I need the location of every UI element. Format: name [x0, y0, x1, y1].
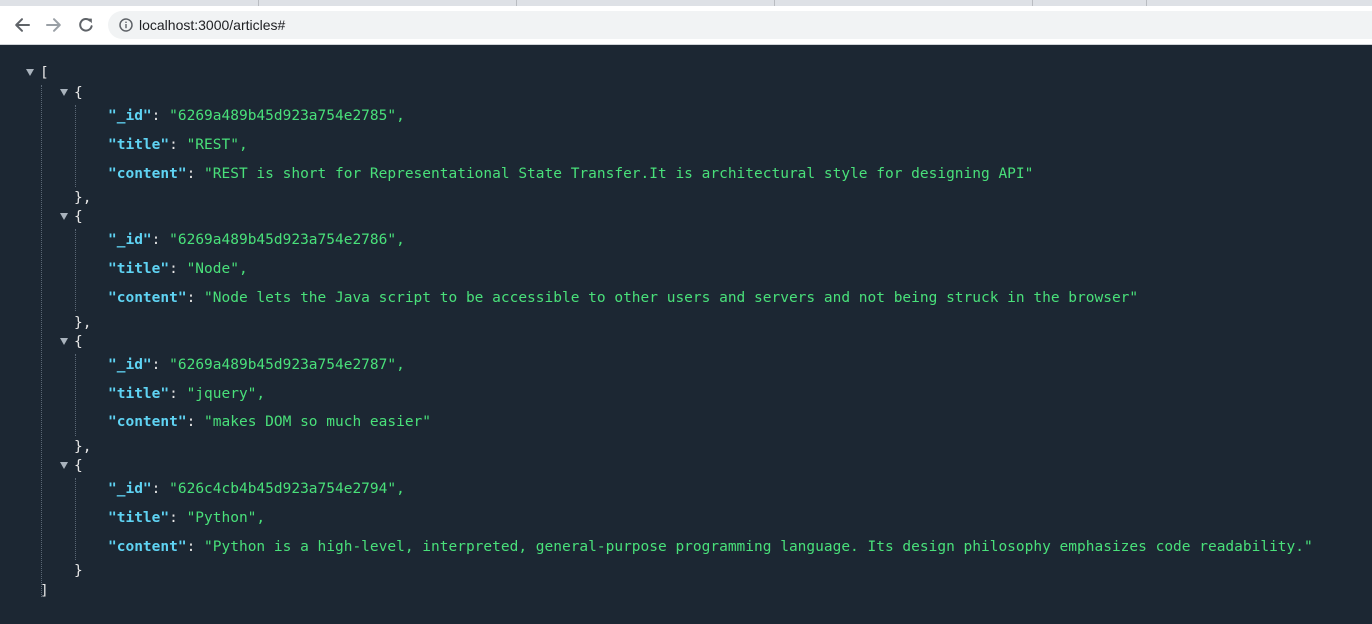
object-close-brace: }, — [74, 439, 92, 455]
object-close-brace: } — [74, 563, 83, 579]
json-key: "content" — [108, 290, 187, 306]
json-key: "_id" — [108, 232, 152, 248]
json-field-content: "content": "Node lets the Java script to… — [108, 290, 1139, 306]
json-key: "content" — [108, 414, 187, 430]
json-string-value: "Python", — [186, 510, 266, 526]
object-open-brace: { — [74, 458, 83, 474]
json-string-value: "REST is short for Representational Stat… — [204, 166, 1034, 182]
json-viewer: [ { "_id": "6269a489b45d923a754e2785", "… — [0, 45, 1372, 624]
json-field-title: "title": "jquery", — [108, 386, 266, 402]
array-close-bracket: ] — [40, 583, 49, 599]
reload-button[interactable] — [72, 11, 100, 39]
json-key: "content" — [108, 166, 187, 182]
json-key: "_id" — [108, 357, 152, 373]
object-open-brace: { — [74, 334, 83, 350]
object-open-brace: { — [74, 209, 83, 225]
indent-guide — [75, 229, 76, 311]
json-field-id: "_id": "6269a489b45d923a754e2785", — [108, 108, 405, 124]
json-field-content: "content": "REST is short for Representa… — [108, 166, 1034, 182]
json-field-id: "_id": "6269a489b45d923a754e2787", — [108, 357, 405, 373]
browser-toolbar: localhost:3000/articles# — [0, 6, 1372, 45]
json-key: "_id" — [108, 108, 152, 124]
json-field-title: "title": "Python", — [108, 510, 266, 526]
json-string-value: "REST", — [186, 137, 248, 153]
collapse-object-toggle-icon[interactable] — [60, 462, 68, 469]
json-field-id: "_id": "6269a489b45d923a754e2786", — [108, 232, 405, 248]
json-key: "title" — [108, 137, 170, 153]
json-string-value: "Node lets the Java script to be accessi… — [204, 290, 1139, 306]
object-open-brace: { — [74, 85, 83, 101]
indent-guide — [75, 354, 76, 436]
json-string-value: "jquery", — [186, 386, 266, 402]
collapse-object-toggle-icon[interactable] — [60, 89, 68, 96]
json-key: "title" — [108, 386, 170, 402]
json-string-value: "Node", — [186, 261, 248, 277]
json-field-content: "content": "makes DOM so much easier" — [108, 414, 432, 430]
object-close-brace: }, — [74, 315, 92, 331]
reload-icon — [79, 18, 93, 32]
json-key: "title" — [108, 261, 170, 277]
json-string-value: "Python is a high-level, interpreted, ge… — [204, 539, 1313, 555]
indent-guide — [75, 105, 76, 187]
url-text[interactable]: localhost:3000/articles# — [139, 17, 285, 33]
forward-button[interactable] — [40, 11, 68, 39]
collapse-object-toggle-icon[interactable] — [60, 213, 68, 220]
json-field-title: "title": "REST", — [108, 137, 248, 153]
json-field-content: "content": "Python is a high-level, inte… — [108, 539, 1313, 555]
json-string-value: "6269a489b45d923a754e2786", — [169, 232, 405, 248]
json-string-value: "626c4cb4b45d923a754e2794", — [169, 481, 405, 497]
json-string-value: "6269a489b45d923a754e2787", — [169, 357, 405, 373]
arrow-right-icon — [46, 18, 61, 32]
indent-guide — [41, 85, 42, 597]
json-key: "title" — [108, 510, 170, 526]
json-field-id: "_id": "626c4cb4b45d923a754e2794", — [108, 481, 405, 497]
json-key: "content" — [108, 539, 187, 555]
indent-guide — [75, 478, 76, 560]
back-button[interactable] — [8, 11, 36, 39]
collapse-array-toggle-icon[interactable] — [26, 69, 34, 76]
json-field-title: "title": "Node", — [108, 261, 248, 277]
arrow-left-icon — [15, 18, 30, 32]
info-circle-icon[interactable] — [119, 18, 133, 32]
json-string-value: "makes DOM so much easier" — [204, 414, 432, 430]
object-close-brace: }, — [74, 190, 92, 206]
json-key: "_id" — [108, 481, 152, 497]
json-string-value: "6269a489b45d923a754e2785", — [169, 108, 405, 124]
address-bar[interactable]: localhost:3000/articles# — [108, 11, 1372, 39]
array-open-bracket: [ — [40, 65, 49, 81]
collapse-object-toggle-icon[interactable] — [60, 338, 68, 345]
